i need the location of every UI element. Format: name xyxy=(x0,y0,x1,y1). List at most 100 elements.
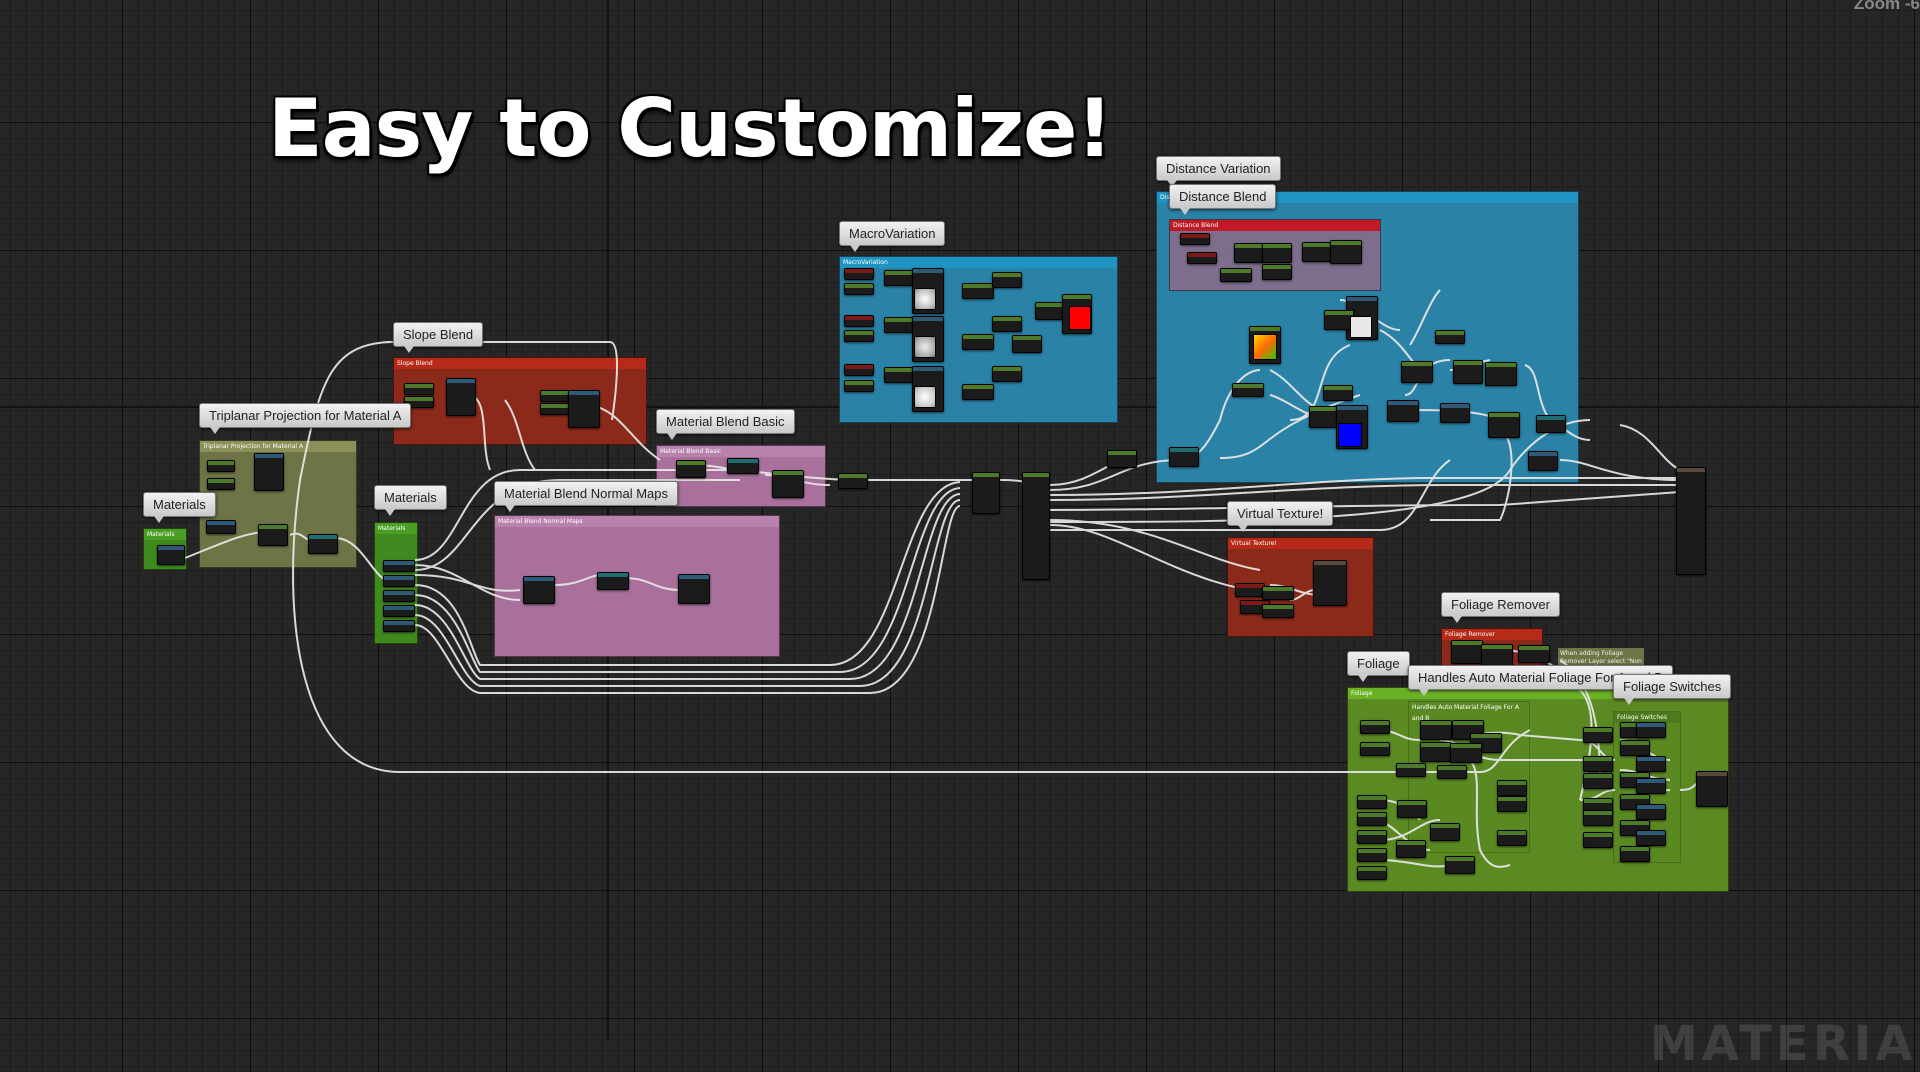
material-node[interactable] xyxy=(1012,335,1042,353)
material-node[interactable] xyxy=(1187,252,1217,264)
bubble-materials-left[interactable]: Materials xyxy=(143,492,216,523)
material-node[interactable] xyxy=(446,378,476,416)
material-node[interactable] xyxy=(1450,743,1482,763)
material-node[interactable] xyxy=(992,316,1022,332)
material-node[interactable] xyxy=(1497,830,1527,846)
material-node[interactable] xyxy=(962,384,994,400)
material-node[interactable] xyxy=(1302,242,1332,262)
material-node[interactable] xyxy=(1676,467,1706,575)
material-node[interactable] xyxy=(844,283,874,295)
bubble-foliage-remover[interactable]: Foliage Remover xyxy=(1441,592,1560,623)
material-node[interactable] xyxy=(1420,742,1452,762)
texture-sample-thumbnail[interactable] xyxy=(914,336,936,358)
material-node[interactable] xyxy=(1636,804,1666,820)
material-node[interactable] xyxy=(962,334,994,350)
material-node[interactable] xyxy=(1107,450,1137,468)
bubble-distance-blend[interactable]: Distance Blend xyxy=(1169,184,1277,215)
bubble-material-blend-basic[interactable]: Material Blend Basic xyxy=(656,409,795,440)
material-node[interactable] xyxy=(844,268,874,280)
material-node[interactable] xyxy=(1357,795,1387,809)
material-node[interactable] xyxy=(597,572,629,590)
material-node[interactable] xyxy=(1330,240,1362,264)
material-node[interactable] xyxy=(157,545,185,565)
material-node[interactable] xyxy=(1323,385,1353,401)
material-node[interactable] xyxy=(972,472,1000,514)
material-node[interactable] xyxy=(844,380,874,392)
material-node[interactable] xyxy=(992,272,1022,288)
material-node[interactable] xyxy=(772,470,804,498)
material-node[interactable] xyxy=(678,574,710,604)
material-node[interactable] xyxy=(383,560,415,572)
material-node[interactable] xyxy=(1620,846,1650,862)
bubble-virtual-texture[interactable]: Virtual Texture! xyxy=(1227,501,1334,532)
material-node[interactable] xyxy=(1262,604,1294,618)
material-node[interactable] xyxy=(1387,400,1419,422)
material-node[interactable] xyxy=(1357,866,1387,880)
bubble-slope-blend[interactable]: Slope Blend xyxy=(393,322,484,353)
material-node[interactable] xyxy=(1528,451,1558,471)
material-node[interactable] xyxy=(404,383,434,395)
texture-sample-thumbnail[interactable] xyxy=(1350,316,1372,338)
material-node[interactable] xyxy=(1636,722,1666,738)
material-node[interactable] xyxy=(540,390,570,402)
material-node[interactable] xyxy=(383,620,415,632)
material-node[interactable] xyxy=(1636,830,1666,846)
material-node[interactable] xyxy=(1583,832,1613,848)
material-node[interactable] xyxy=(1180,233,1210,245)
material-node[interactable] xyxy=(1696,771,1728,807)
material-node[interactable] xyxy=(1453,360,1483,384)
material-node[interactable] xyxy=(1583,773,1613,789)
material-node[interactable] xyxy=(207,460,235,472)
material-node[interactable] xyxy=(1518,645,1550,663)
material-node[interactable] xyxy=(254,453,284,491)
material-node[interactable] xyxy=(1262,264,1292,280)
bubble-materials-mid[interactable]: Materials xyxy=(374,485,447,516)
material-node[interactable] xyxy=(1232,383,1264,397)
material-node[interactable] xyxy=(838,473,868,489)
material-node[interactable] xyxy=(992,366,1022,382)
bubble-foliage[interactable]: Foliage xyxy=(1347,651,1410,682)
material-node[interactable] xyxy=(1583,810,1613,826)
material-node[interactable] xyxy=(1360,720,1390,734)
material-node[interactable] xyxy=(1420,720,1452,740)
material-node[interactable] xyxy=(1445,856,1475,874)
material-node[interactable] xyxy=(258,524,288,546)
material-node[interactable] xyxy=(1035,302,1065,320)
material-node[interactable] xyxy=(1488,412,1520,438)
texture-sample-thumbnail[interactable] xyxy=(914,386,936,408)
material-node[interactable] xyxy=(523,576,555,604)
bubble-material-blend-normal[interactable]: Material Blend Normal Maps xyxy=(494,481,679,512)
material-node[interactable] xyxy=(844,315,874,327)
material-node[interactable] xyxy=(1262,243,1292,263)
material-node[interactable] xyxy=(1357,848,1387,862)
material-node[interactable] xyxy=(727,458,759,474)
material-node[interactable] xyxy=(383,590,415,602)
material-node[interactable] xyxy=(1234,243,1264,263)
material-node[interactable] xyxy=(1313,560,1347,606)
bubble-macro-variation[interactable]: MacroVariation xyxy=(839,221,946,252)
material-node[interactable] xyxy=(1636,756,1666,772)
material-node[interactable] xyxy=(1022,472,1050,580)
material-node[interactable] xyxy=(308,534,338,554)
texture-sample-thumbnail[interactable] xyxy=(914,288,936,310)
red-color-swatch[interactable] xyxy=(1069,306,1091,330)
material-node[interactable] xyxy=(676,460,706,478)
material-node[interactable] xyxy=(1401,361,1433,383)
material-node[interactable] xyxy=(1360,742,1390,756)
material-node[interactable] xyxy=(844,330,874,342)
material-node[interactable] xyxy=(383,605,415,617)
material-node[interactable] xyxy=(1636,778,1666,794)
material-node[interactable] xyxy=(962,283,994,299)
bubble-distance-variation[interactable]: Distance Variation xyxy=(1156,156,1281,187)
material-node[interactable] xyxy=(1583,756,1613,772)
material-node[interactable] xyxy=(844,364,874,376)
material-node[interactable] xyxy=(207,478,235,490)
material-node[interactable] xyxy=(540,403,570,415)
material-node[interactable] xyxy=(1396,840,1426,858)
material-node[interactable] xyxy=(1583,727,1613,743)
material-node[interactable] xyxy=(1396,763,1426,777)
gradient-color-swatch[interactable] xyxy=(1253,334,1277,360)
material-node[interactable] xyxy=(1437,765,1467,779)
material-node[interactable] xyxy=(1451,640,1483,664)
material-node[interactable] xyxy=(1430,823,1460,841)
